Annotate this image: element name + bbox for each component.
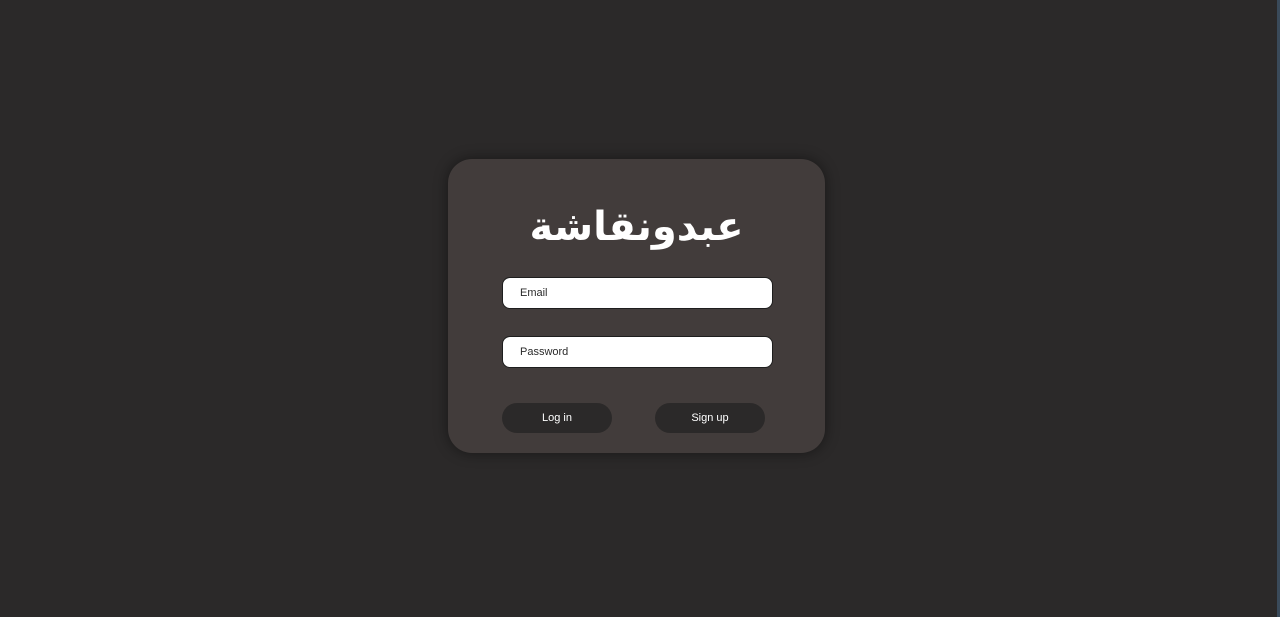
password-input[interactable] xyxy=(502,336,773,368)
signup-button[interactable]: Sign up xyxy=(655,403,765,433)
login-button[interactable]: Log in xyxy=(502,403,612,433)
email-input[interactable] xyxy=(502,277,773,309)
brand-logo: عبدونقاشة xyxy=(529,204,744,250)
login-card: عبدونقاشة Log in Sign up xyxy=(448,159,825,453)
login-page: عبدونقاشة Log in Sign up xyxy=(0,0,1280,617)
